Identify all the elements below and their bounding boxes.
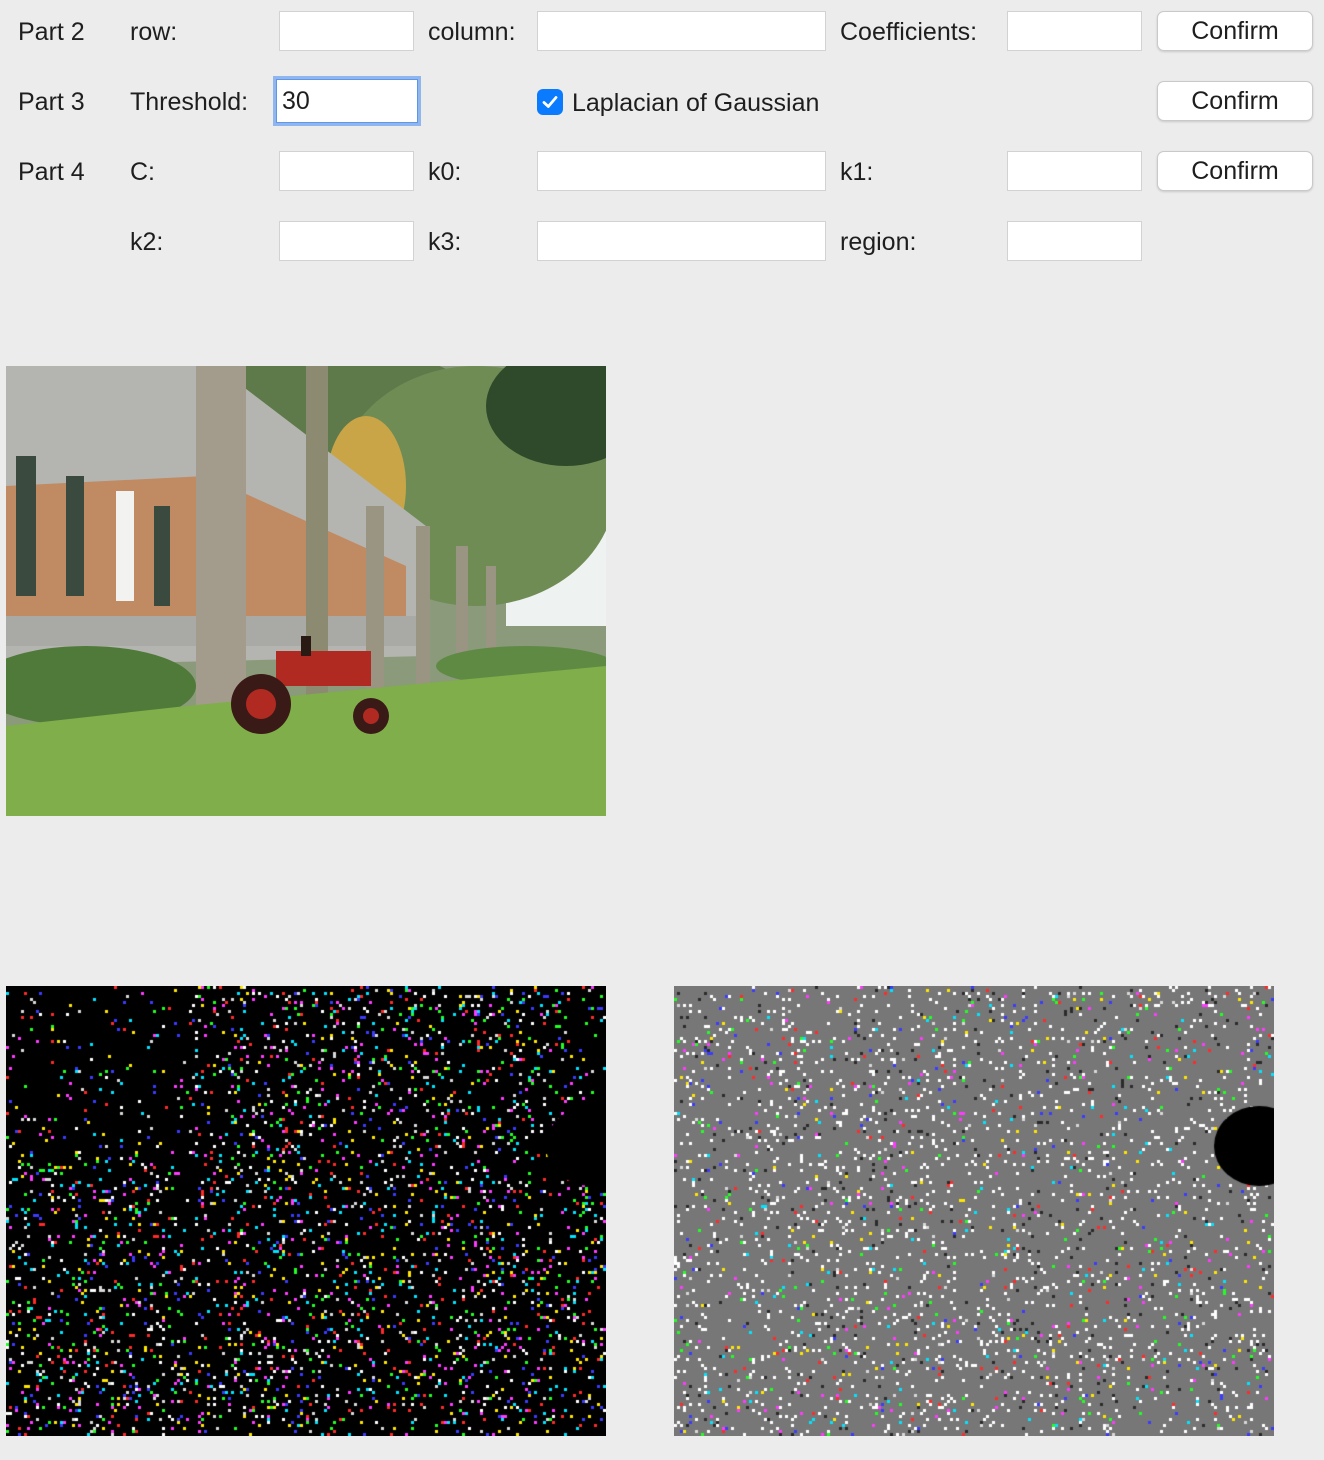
part3-confirm-button[interactable]: Confirm: [1157, 81, 1313, 121]
row-label: row:: [130, 18, 178, 46]
laplacian-of-gaussian-label[interactable]: Laplacian of Gaussian: [572, 83, 819, 123]
c-label: C:: [130, 158, 155, 186]
region-input[interactable]: [1007, 221, 1142, 261]
coefficients-label: Coefficients:: [840, 18, 978, 46]
k1-label: k1:: [840, 158, 874, 186]
part4-confirm-button[interactable]: Confirm: [1157, 151, 1313, 191]
checkmark-icon: [542, 96, 558, 108]
k3-label: k3:: [428, 228, 462, 256]
column-input[interactable]: [537, 11, 826, 51]
part3-label: Part 3: [18, 88, 85, 116]
edge-result-dark-image: [6, 986, 606, 1436]
part2-confirm-button[interactable]: Confirm: [1157, 11, 1313, 51]
k3-input[interactable]: [537, 221, 826, 261]
original-image: [6, 366, 606, 816]
c-input[interactable]: [279, 151, 414, 191]
part4-label: Part 4: [18, 158, 85, 186]
edge-result-noise-image: [674, 986, 1274, 1436]
k2-input[interactable]: [279, 221, 414, 261]
part2-label: Part 2: [18, 18, 85, 46]
threshold-label: Threshold:: [130, 88, 249, 116]
k2-label: k2:: [130, 228, 164, 256]
k0-input[interactable]: [537, 151, 826, 191]
region-label: region:: [840, 228, 917, 256]
k0-label: k0:: [428, 158, 462, 186]
edge-result-noise-canvas: [674, 986, 1274, 1436]
threshold-input[interactable]: [273, 76, 421, 126]
edge-result-dark-canvas: [6, 986, 606, 1436]
row-input[interactable]: [279, 11, 414, 51]
coefficients-input[interactable]: [1007, 11, 1142, 51]
k1-input[interactable]: [1007, 151, 1142, 191]
laplacian-of-gaussian-checkbox[interactable]: [537, 89, 563, 115]
column-label: column:: [428, 18, 516, 46]
